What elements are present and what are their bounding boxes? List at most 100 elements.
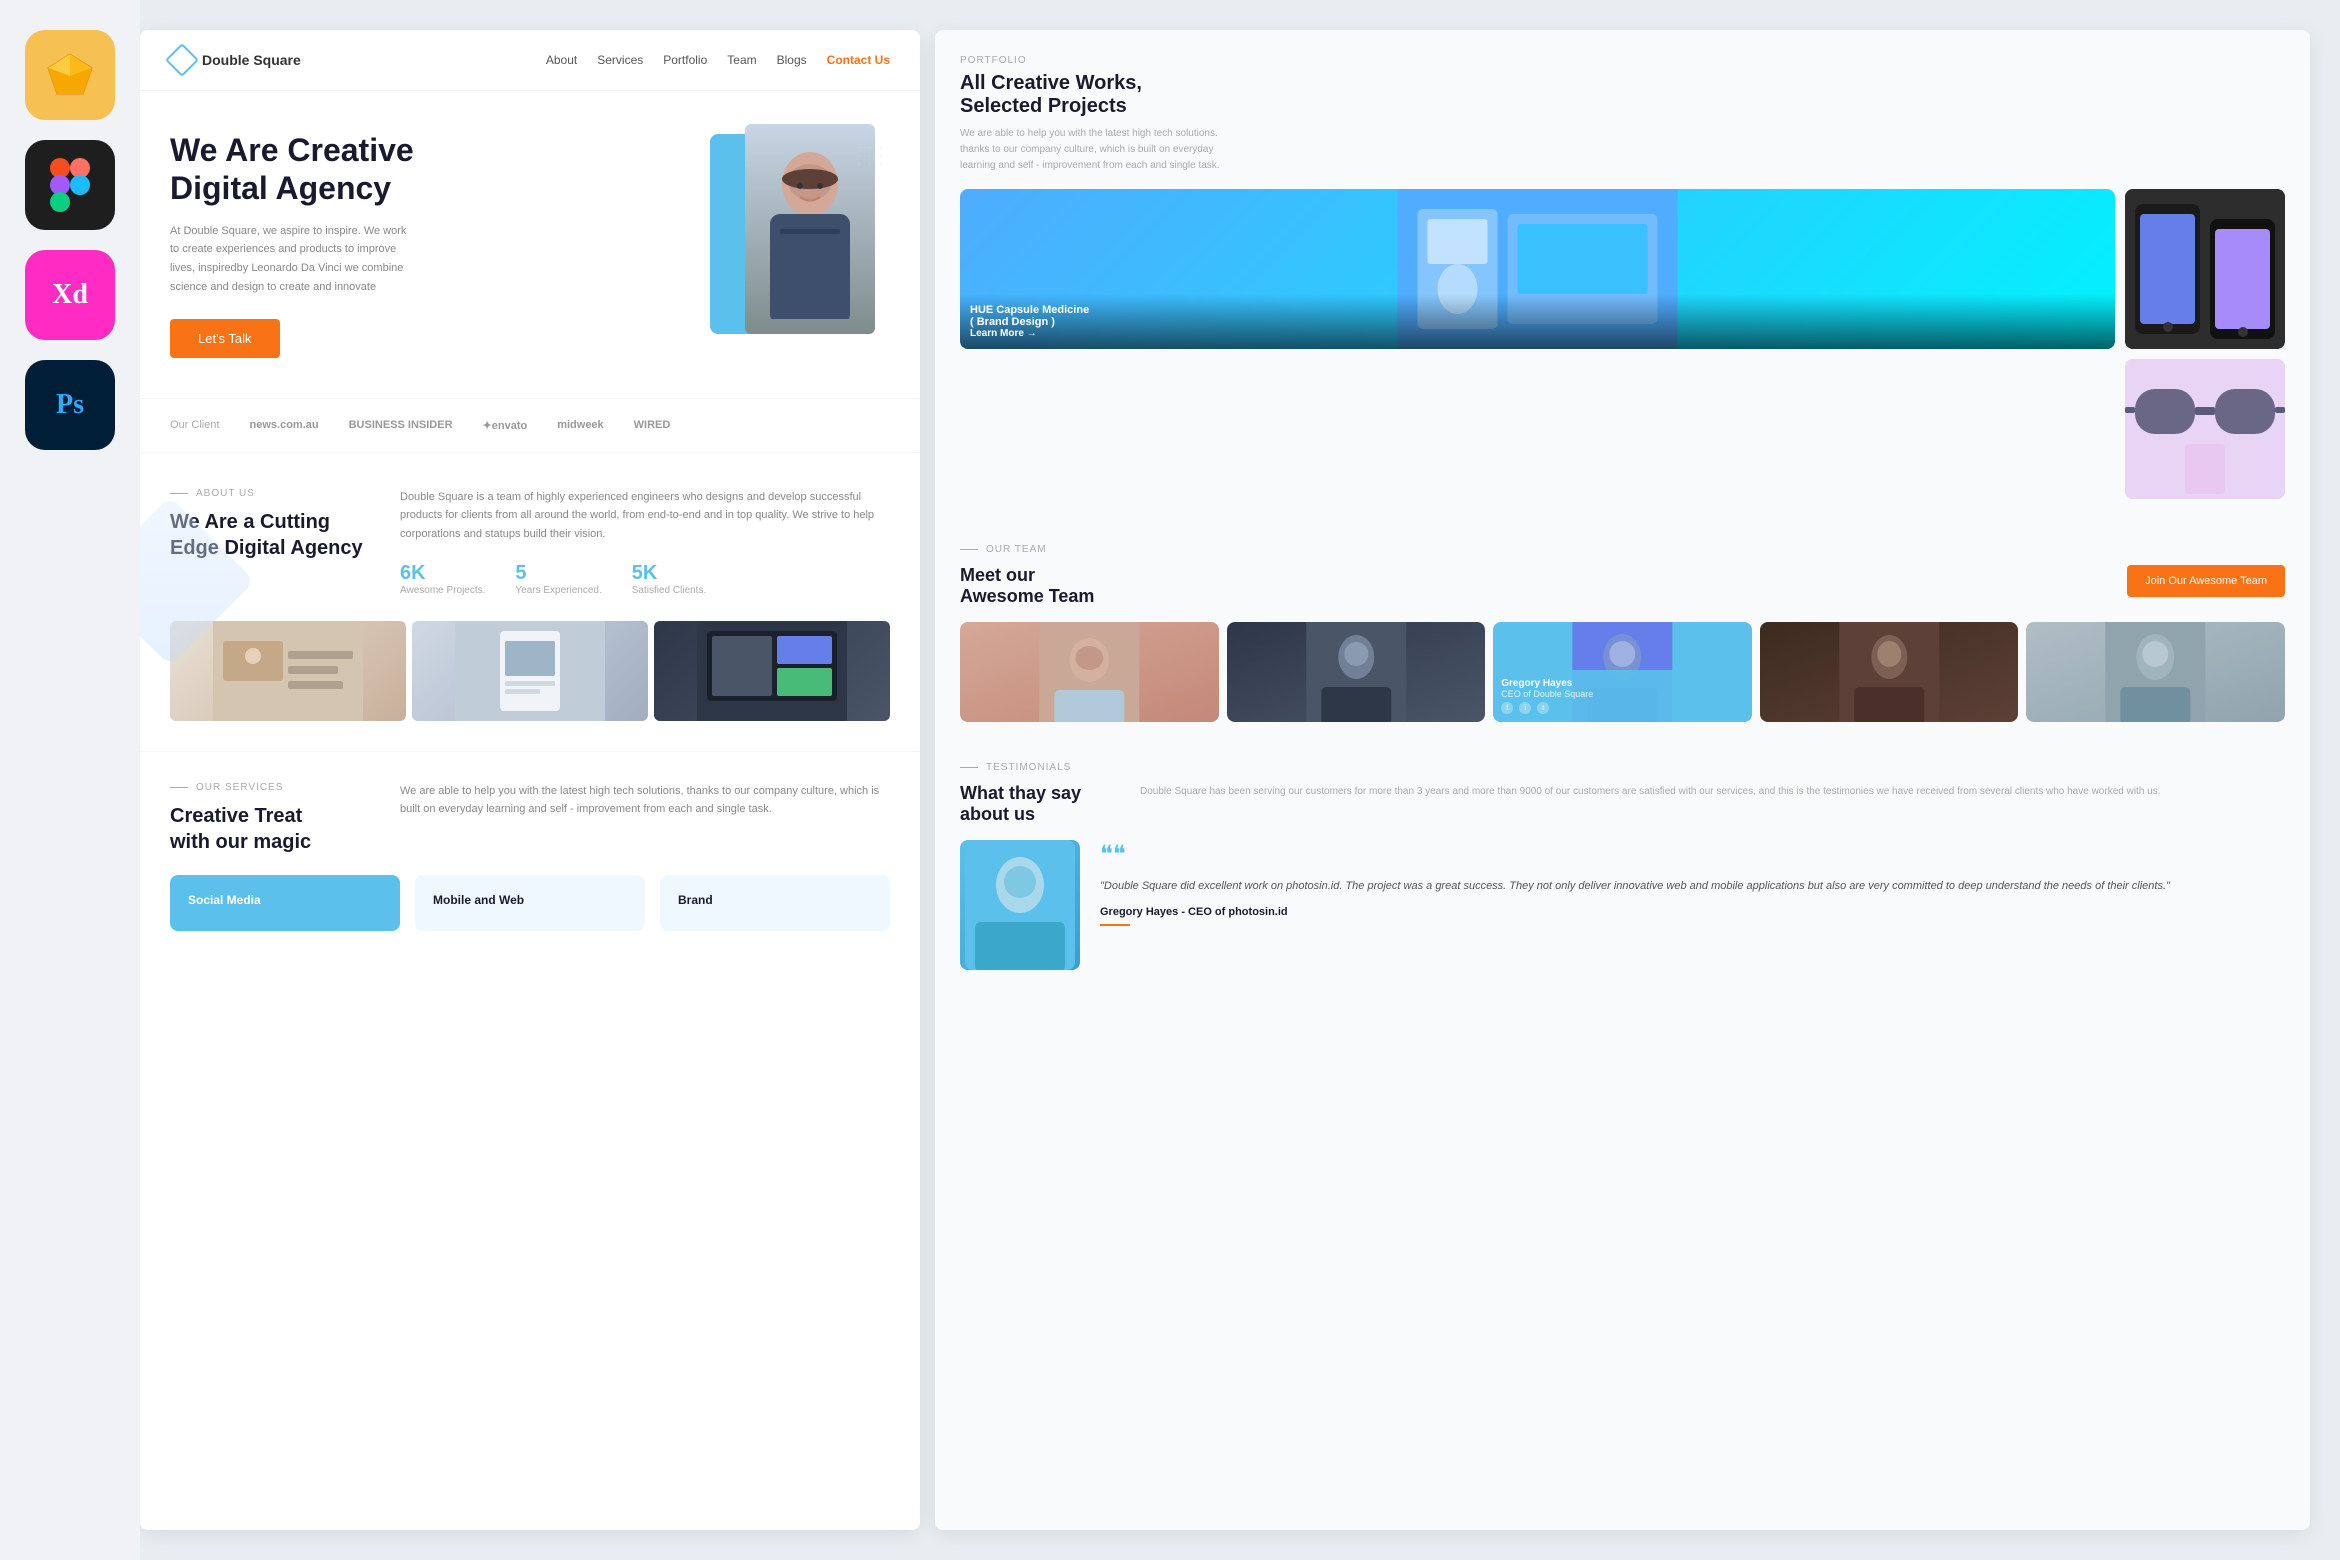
logo-text: Double Square xyxy=(202,52,301,68)
services-left: Our Services Creative Treatwith our magi… xyxy=(170,782,370,855)
portfolio-label: Portfolio xyxy=(960,55,2285,66)
portfolio-card-2[interactable] xyxy=(2125,359,2285,499)
testimonials-header: What thay sayabout us Double Square has … xyxy=(960,783,2285,825)
portfolio-card-label-0: HUE Capsule Medicine( Brand Design ) Lea… xyxy=(960,294,2115,349)
stat-label-1: Years Experienced. xyxy=(515,585,601,596)
client-logo-2: ✦envato xyxy=(483,419,528,432)
member-overlay: Gregory Hayes CEO of Double Square f i t xyxy=(1493,670,1752,722)
logo: Double Square xyxy=(170,48,301,72)
logo-icon xyxy=(165,43,199,77)
team-title-block: Meet ourAwesome Team xyxy=(960,565,1094,607)
social-facebook[interactable]: f xyxy=(1501,702,1513,714)
about-section: About Us We Are a Cutting Edge Digital A… xyxy=(140,453,920,621)
client-logo-4: WIRED xyxy=(634,419,671,431)
nav-about[interactable]: About xyxy=(546,53,577,67)
xd-icon[interactable]: Xd xyxy=(25,250,115,340)
nav-team[interactable]: Team xyxy=(727,53,756,67)
gallery-section xyxy=(140,621,920,751)
figma-icon[interactable] xyxy=(25,140,115,230)
portfolio-card-0[interactable]: HUE Capsule Medicine( Brand Design ) Lea… xyxy=(960,189,2115,349)
hero-text: We Are CreativeDigital Agency At Double … xyxy=(170,131,690,358)
services-desc: We are able to help you with the latest … xyxy=(400,782,890,819)
stat-projects: 6K Awesome Projects. xyxy=(400,562,485,596)
service-cards: Social Media Mobile and Web Brand xyxy=(170,875,890,931)
service-card-0: Social Media xyxy=(170,875,400,931)
service-card-title-1: Mobile and Web xyxy=(433,893,627,907)
hero-image: · · ·· · ·· · · xyxy=(690,134,890,354)
test-quote: "Double Square did excellent work on pho… xyxy=(1100,877,2285,896)
about-desc: Double Square is a team of highly experi… xyxy=(400,488,890,544)
services-header: Our Services Creative Treatwith our magi… xyxy=(170,782,890,855)
service-card-title-2: Brand xyxy=(678,893,872,907)
nav-contact[interactable]: Contact Us xyxy=(827,53,890,67)
test-left: What thay sayabout us xyxy=(960,783,1120,825)
nav-services[interactable]: Services xyxy=(597,53,643,67)
stat-label-0: Awesome Projects. xyxy=(400,585,485,596)
sidebar: Xd Ps xyxy=(0,0,140,1560)
portfolio-card-1[interactable] xyxy=(2125,189,2285,349)
stat-years: 5 Years Experienced. xyxy=(515,562,601,596)
hero-cta-button[interactable]: Let's Talk xyxy=(170,319,280,358)
testimonial-person xyxy=(960,840,1080,970)
test-divider xyxy=(1100,924,1130,926)
dots-decoration: · · ·· · ·· · · xyxy=(858,144,885,168)
clients-label: Our Client xyxy=(170,419,220,431)
ps-icon[interactable]: Ps xyxy=(25,360,115,450)
portfolio-title: All Creative Works,Selected Projects xyxy=(960,72,2285,118)
team-label: Our Team xyxy=(960,544,2285,555)
test-content: ❝❝ "Double Square did excellent work on … xyxy=(1100,840,2285,970)
portfolio-grid: HUE Capsule Medicine( Brand Design ) Lea… xyxy=(960,189,2285,499)
stat-number-0: 6K xyxy=(400,562,485,585)
social-instagram[interactable]: i xyxy=(1519,702,1531,714)
stat-number-2: 5K xyxy=(632,562,706,585)
stats: 6K Awesome Projects. 5 Years Experienced… xyxy=(400,562,890,596)
services-section: Our Services Creative Treatwith our magi… xyxy=(140,751,920,951)
team-member-4 xyxy=(2026,622,2285,722)
test-desc: Double Square has been serving our custo… xyxy=(1140,783,2285,825)
sketch-icon[interactable] xyxy=(25,30,115,120)
portfolio-col-2 xyxy=(2125,189,2285,499)
services-title: Creative Treatwith our magic xyxy=(170,803,370,855)
stat-label-2: Satisfied Clients. xyxy=(632,585,706,596)
hero-title: We Are CreativeDigital Agency xyxy=(170,131,690,208)
team-title: Meet ourAwesome Team xyxy=(960,565,1094,607)
services-right: We are able to help you with the latest … xyxy=(400,782,890,855)
service-card-title-0: Social Media xyxy=(188,893,382,907)
service-card-1: Mobile and Web xyxy=(415,875,645,931)
portfolio-section: Portfolio All Creative Works,Selected Pr… xyxy=(935,30,2310,524)
member-role: CEO of Double Square xyxy=(1501,689,1744,699)
test-author: Gregory Hayes - CEO of photosin.id xyxy=(1100,906,2285,918)
gallery-item-0 xyxy=(170,621,406,721)
page-right: Portfolio All Creative Works,Selected Pr… xyxy=(935,30,2310,1530)
learn-more-link[interactable]: Learn More → xyxy=(970,328,2105,339)
gallery-item-1 xyxy=(412,621,648,721)
hero-desc: At Double Square, we aspire to inspire. … xyxy=(170,222,410,297)
client-logo-0: news.com.au xyxy=(250,419,319,431)
gallery-item-2 xyxy=(654,621,890,721)
social-twitter[interactable]: t xyxy=(1537,702,1549,714)
about-label: About Us xyxy=(170,488,370,499)
portfolio-col-1: HUE Capsule Medicine( Brand Design ) Lea… xyxy=(960,189,2115,499)
stat-number-1: 5 xyxy=(515,562,601,585)
service-card-2: Brand xyxy=(660,875,890,931)
portfolio-desc: We are able to help you with the latest … xyxy=(960,126,1220,174)
testimonial-card: ❝❝ "Double Square did excellent work on … xyxy=(960,840,2285,970)
member-social: f i t xyxy=(1501,702,1744,714)
stat-clients: 5K Satisfied Clients. xyxy=(632,562,706,596)
team-header: Meet ourAwesome Team Join Our Awesome Te… xyxy=(960,565,2285,607)
nav-blogs[interactable]: Blogs xyxy=(777,53,807,67)
team-members: Gregory Hayes CEO of Double Square f i t xyxy=(960,622,2285,722)
team-section: Our Team Meet ourAwesome Team Join Our A… xyxy=(935,524,2310,742)
test-title: What thay sayabout us xyxy=(960,783,1120,825)
hero-section: We Are CreativeDigital Agency At Double … xyxy=(140,91,920,398)
join-team-button[interactable]: Join Our Awesome Team xyxy=(2127,565,2285,597)
testimonials-section: Testimonials What thay sayabout us Doubl… xyxy=(935,742,2310,990)
services-label: Our Services xyxy=(170,782,370,793)
team-member-0 xyxy=(960,622,1219,722)
quote-icon: ❝❝ xyxy=(1100,840,2285,869)
page-left: Double Square About Services Portfolio T… xyxy=(140,30,920,1530)
clients-section: Our Client news.com.au BUSINESS INSIDER … xyxy=(140,398,920,453)
about-right: Double Square is a team of highly experi… xyxy=(400,488,890,596)
nav-portfolio[interactable]: Portfolio xyxy=(663,53,707,67)
team-member-3 xyxy=(1760,622,2019,722)
